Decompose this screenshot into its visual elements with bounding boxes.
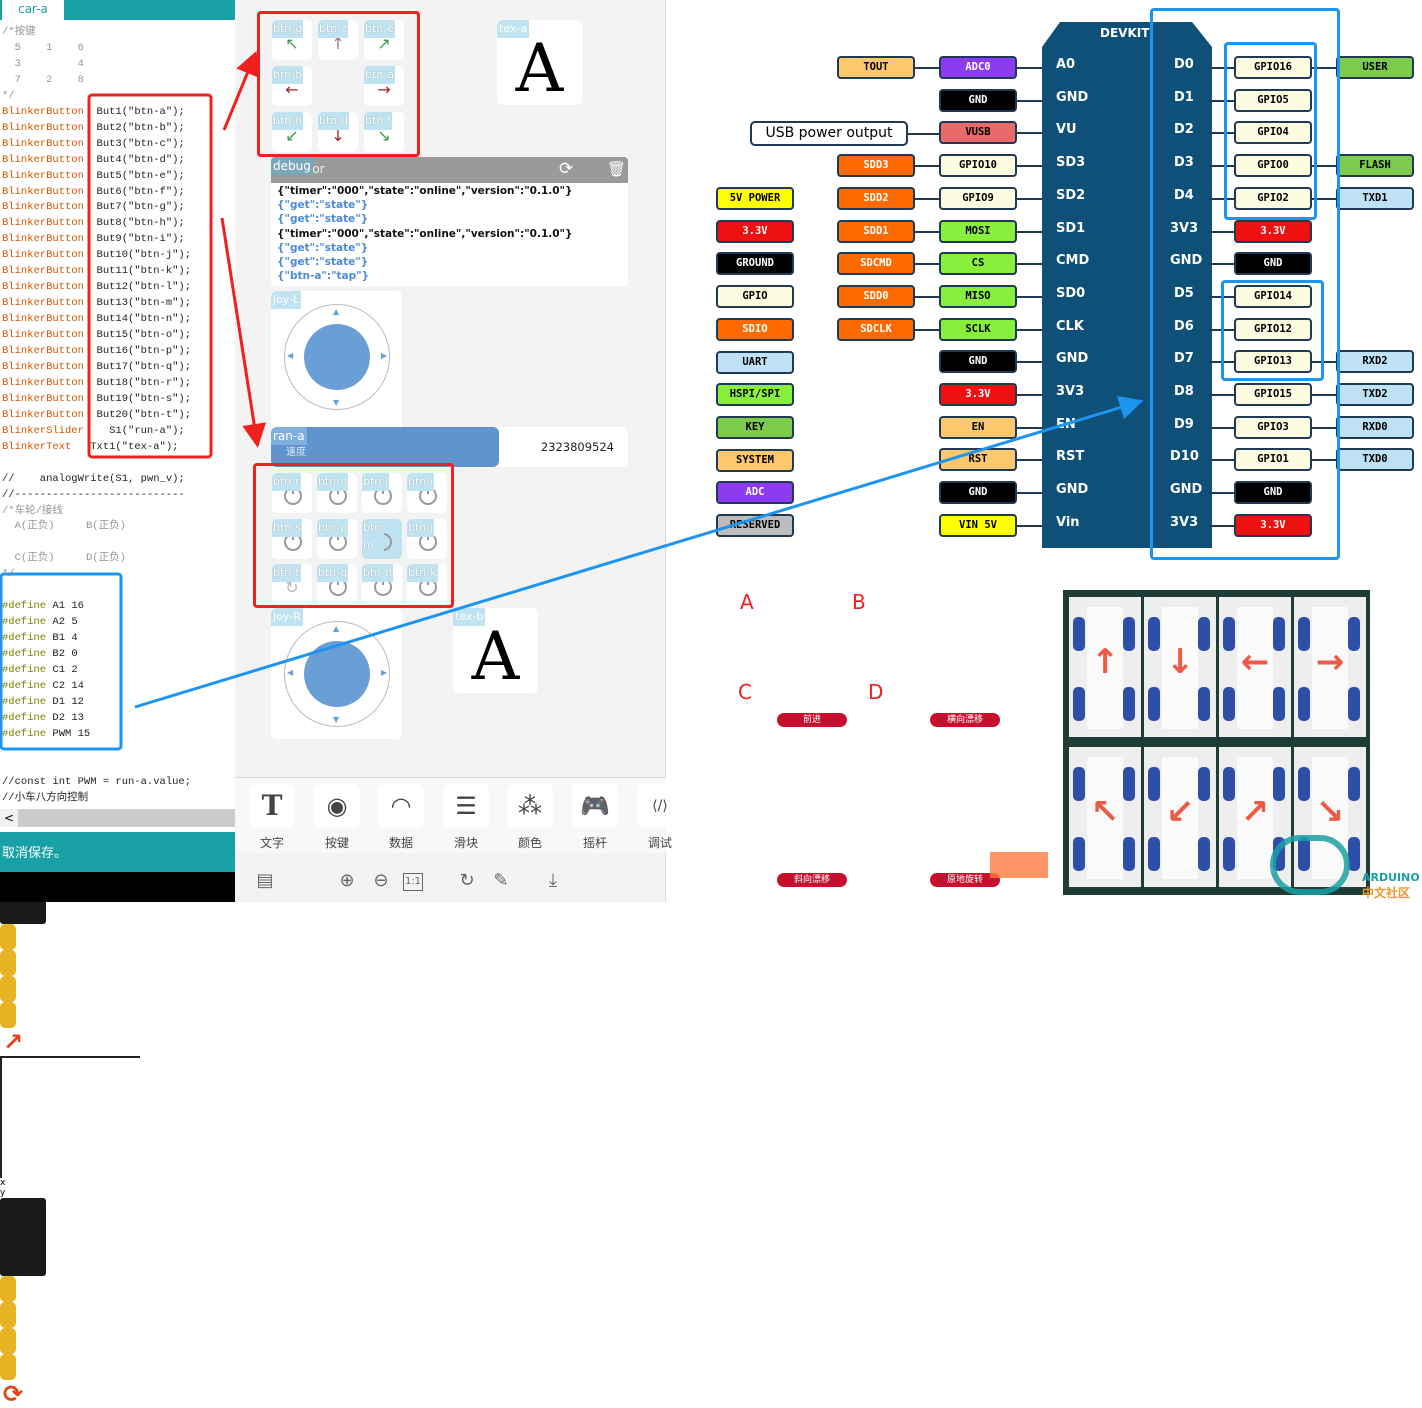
x-axis — [0, 1056, 140, 1058]
red-arrow — [220, 217, 267, 448]
mecanum-wheel — [0, 1276, 16, 1302]
y-axis — [0, 1058, 2, 1178]
mecanum-wheel — [0, 1328, 16, 1354]
axis-label: x — [0, 1178, 6, 1188]
red-arrow — [222, 50, 259, 131]
mecanum-wheel — [0, 950, 16, 976]
direction-arrow-icon: ↗ — [2, 1028, 24, 1056]
blue-arrow — [134, 396, 1144, 709]
annotation-arrows — [0, 50, 1144, 751]
direction-arrow-icon: ⟳ — [2, 1380, 24, 1408]
mecanum-wheel — [0, 1302, 16, 1328]
highlight-box — [87, 93, 213, 459]
mecanum-wheel — [0, 924, 16, 950]
highlight-box — [0, 572, 123, 751]
mecanum-wheel — [0, 976, 16, 1002]
car-body — [0, 1198, 46, 1276]
mecanum-wheel — [0, 1354, 16, 1380]
mecanum-wheel — [0, 1002, 16, 1028]
axis-label: y — [0, 1188, 6, 1198]
